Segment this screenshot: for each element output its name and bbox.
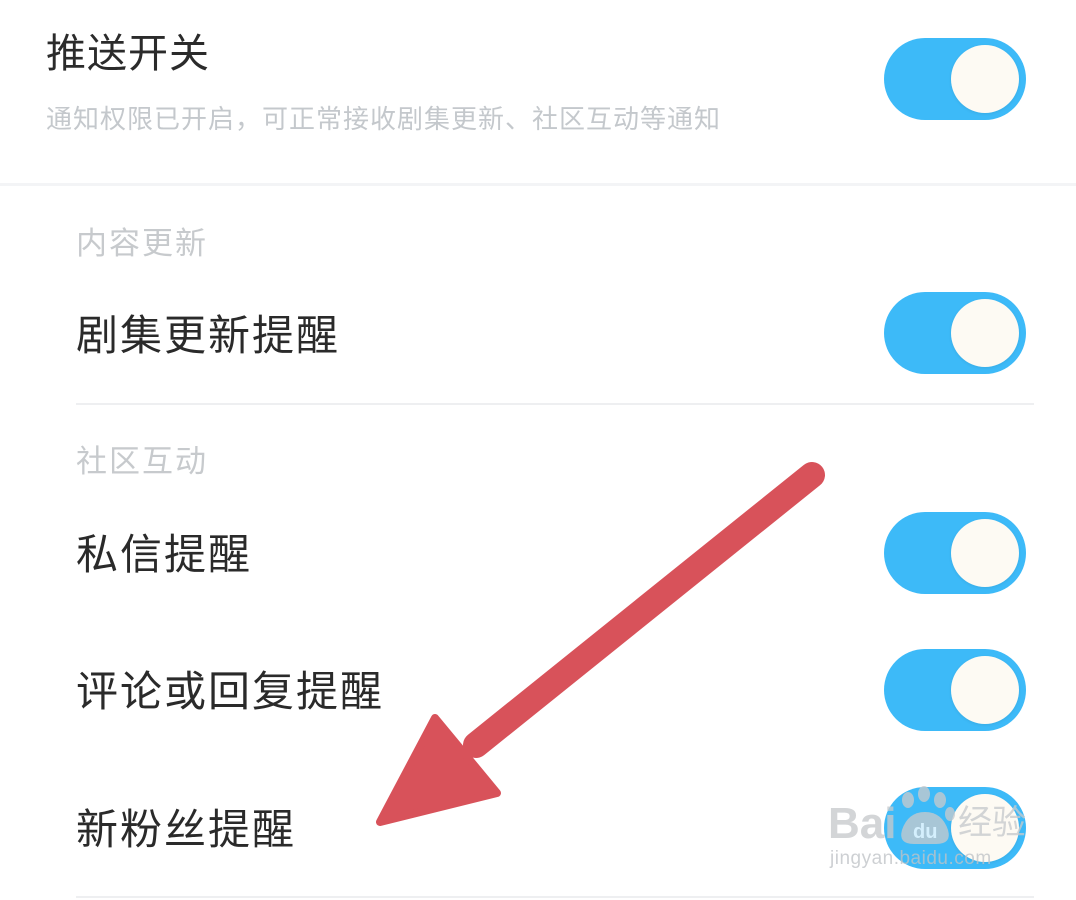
svg-text:du: du	[913, 821, 937, 843]
row-label-comment-reply: 评论或回复提醒	[76, 667, 385, 716]
baidu-watermark: Bai du 经验 jingyan.baidu.com	[828, 786, 1038, 882]
arrow-shaft	[463, 462, 825, 758]
arrow-head	[376, 714, 501, 826]
private-message-toggle[interactable]	[884, 512, 1026, 594]
section-divider	[0, 183, 1076, 186]
row-label-episode-update: 剧集更新提醒	[76, 311, 341, 360]
row-label-new-follower: 新粉丝提醒	[76, 805, 297, 854]
push-master-row: 推送开关 通知权限已开启，可正常接收剧集更新、社区互动等通知	[0, 0, 1076, 184]
watermark-url: jingyan.baidu.com	[830, 848, 992, 869]
push-title: 推送开关	[46, 31, 210, 77]
push-master-toggle[interactable]	[884, 38, 1026, 120]
toggle-knob	[951, 656, 1019, 724]
section-header-community: 社区互动	[76, 444, 208, 480]
episode-update-toggle[interactable]	[884, 292, 1026, 374]
section-header-content-update: 内容更新	[76, 226, 208, 262]
toggle-knob	[951, 519, 1019, 587]
toggle-knob	[951, 299, 1019, 367]
row-label-private-message: 私信提醒	[76, 530, 253, 579]
toggle-knob	[951, 45, 1019, 113]
notification-settings-page: 推送开关 通知权限已开启，可正常接收剧集更新、社区互动等通知 内容更新 剧集更新…	[0, 0, 1076, 900]
row-divider	[76, 896, 1034, 898]
baidu-paw-logo-icon: Bai du 经验	[828, 786, 1026, 848]
svg-text:经验: 经验	[958, 803, 1026, 843]
comment-reply-toggle[interactable]	[884, 649, 1026, 731]
row-divider	[76, 403, 1034, 405]
svg-text:Bai: Bai	[828, 799, 896, 848]
push-subtitle: 通知权限已开启，可正常接收剧集更新、社区互动等通知	[46, 105, 722, 135]
